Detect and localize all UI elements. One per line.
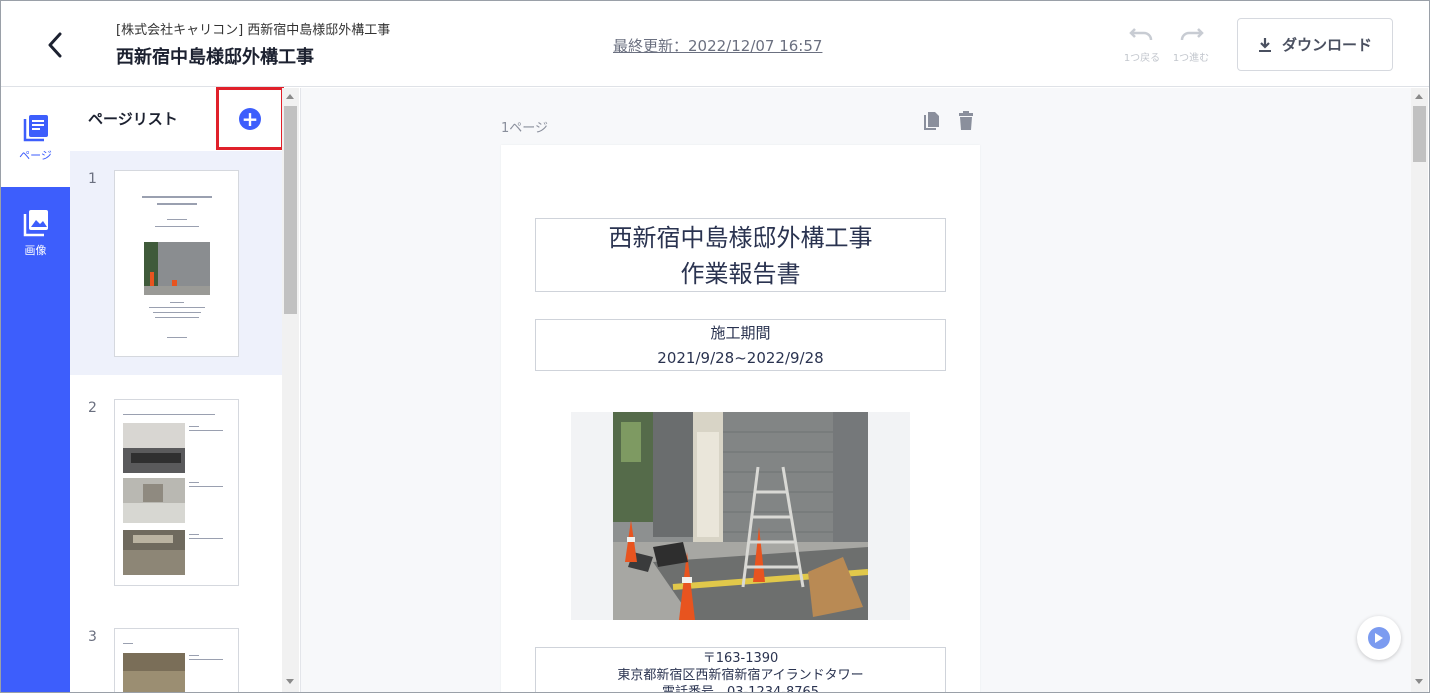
site-photo [613, 412, 868, 620]
image-icon [23, 210, 48, 237]
pages-icon [23, 114, 48, 141]
page-thumb-row-1[interactable]: 1 [70, 151, 282, 375]
document-title-line1: 西新宿中島様邸外構工事 [608, 224, 873, 252]
rail-item-images[interactable]: 画像 [1, 187, 70, 279]
photo-frame[interactable] [571, 412, 910, 620]
rail-label-pages: ページ [19, 148, 52, 162]
redo-icon [1180, 28, 1204, 41]
add-page-button[interactable]: + [216, 87, 284, 150]
side-rail: ページ 画像 [1, 88, 70, 692]
last-updated-link[interactable]: 最終更新：2022/12/07 16:57 [613, 35, 822, 56]
page-number: 2 [88, 400, 97, 416]
download-button[interactable]: ダウンロード [1237, 18, 1393, 71]
address-line: 東京都新宿区西新宿新宿アイランドタワー [617, 668, 864, 683]
play-button[interactable] [1357, 616, 1401, 660]
play-icon [1368, 627, 1390, 649]
postal-code: 〒163-1390 [702, 651, 779, 666]
download-icon [1258, 37, 1271, 52]
period-value: 2021/9/28~2022/9/28 [657, 349, 824, 367]
undo-label: 1つ戻る [1123, 53, 1161, 64]
page-thumbnail [114, 170, 239, 357]
duplicate-page-button[interactable] [921, 110, 943, 132]
document-page[interactable]: 西新宿中島様邸外構工事 作業報告書 施工期間 2021/9/28~2022/9/… [501, 145, 980, 693]
page-number: 3 [88, 629, 97, 645]
page-thumb-row-2[interactable]: 2 [70, 380, 282, 604]
rail-item-pages[interactable]: ページ [1, 88, 70, 187]
page-list-panel: ページリスト + 1 2 3 [70, 87, 300, 692]
page-number: 1 [88, 171, 97, 187]
page-thumbnail [114, 628, 239, 692]
scrollbar-thumb[interactable] [1413, 106, 1426, 162]
redo-label: 1つ進む [1172, 53, 1210, 64]
back-button[interactable] [37, 27, 73, 63]
page-thumbnail [114, 399, 239, 586]
undo-icon [1129, 28, 1153, 41]
document-title-line2: 作業報告書 [680, 260, 801, 288]
header: [株式会社キャリコン] 西新宿中島様邸外構工事 西新宿中島様邸外構工事 最終更新… [1, 1, 1429, 87]
editor-canvas: 1ページ 西新宿中島様邸外構工事 作業報告書 施工期間 2021/9/28~20… [300, 88, 1411, 693]
phone-line: 電話番号 03-1234-8765 [661, 685, 820, 693]
period-label: 施工期間 [710, 324, 771, 342]
page-thumb-row-3[interactable]: 3 [70, 609, 282, 692]
site-photo-illustration [613, 412, 868, 620]
delete-page-button[interactable] [955, 110, 977, 132]
document-title-box[interactable]: 西新宿中島様邸外構工事 作業報告書 [535, 218, 946, 292]
scrollbar-thumb[interactable] [284, 106, 297, 314]
breadcrumb: [株式会社キャリコン] 西新宿中島様邸外構工事 [116, 23, 391, 38]
canvas-scrollbar[interactable] [1411, 88, 1428, 692]
redo-button[interactable]: 1つ進む [1170, 25, 1212, 64]
download-label: ダウンロード [1281, 36, 1372, 54]
app-window: [株式会社キャリコン] 西新宿中島様邸外構工事 西新宿中島様邸外構工事 最終更新… [0, 0, 1430, 693]
page-list-header: ページリスト + [70, 87, 284, 150]
page-list-title: ページリスト [88, 110, 178, 128]
undo-button[interactable]: 1つ戻る [1121, 25, 1163, 64]
chevron-left-icon [48, 32, 62, 58]
page-title: 西新宿中島様邸外構工事 [116, 47, 314, 68]
rail-label-images: 画像 [24, 244, 47, 257]
plus-icon: + [239, 107, 261, 130]
page-label: 1ページ [501, 121, 549, 136]
page-list-scrollbar[interactable] [282, 88, 299, 692]
copy-icon [924, 112, 939, 130]
trash-icon [959, 111, 973, 130]
address-box[interactable]: 〒163-1390 東京都新宿区西新宿新宿アイランドタワー 電話番号 03-12… [535, 647, 946, 693]
period-box[interactable]: 施工期間 2021/9/28~2022/9/28 [535, 319, 946, 371]
